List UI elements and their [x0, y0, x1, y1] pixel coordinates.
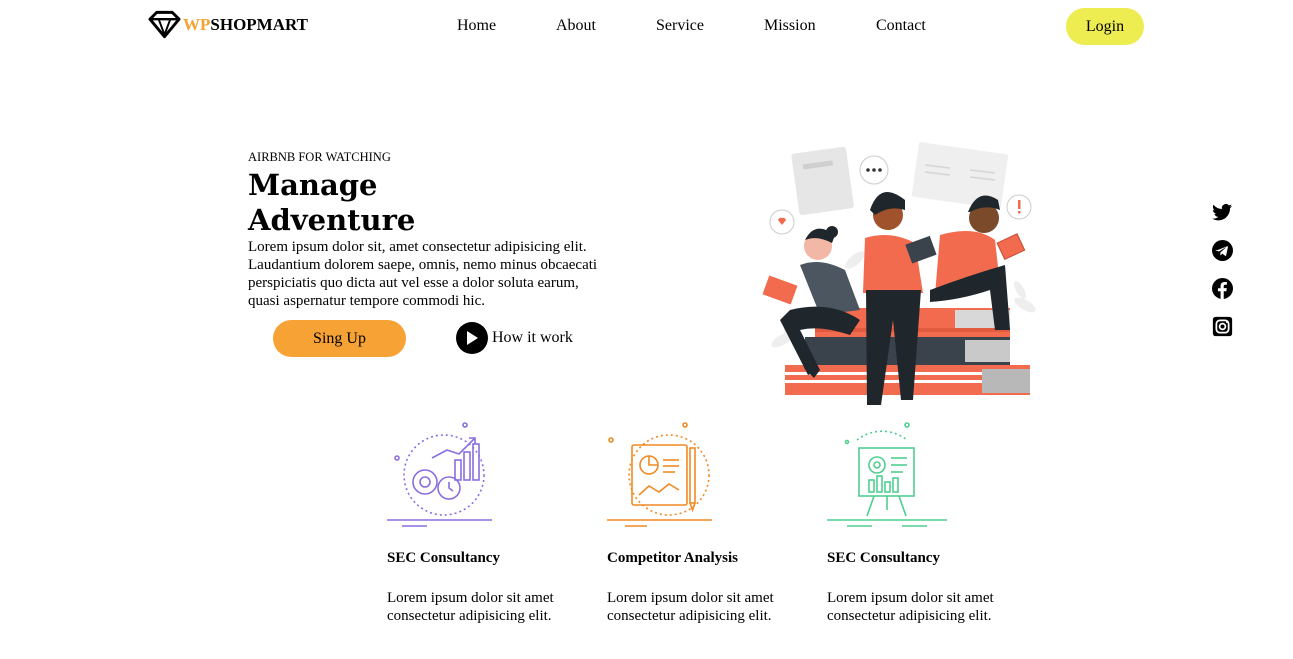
- service-text: Lorem ipsum dolor sit amet consectetur a…: [387, 590, 554, 624]
- social-links: [1212, 202, 1233, 337]
- hero-title-line2: Adventure: [248, 203, 416, 237]
- logo-prefix: WP: [183, 15, 211, 34]
- play-icon[interactable]: [456, 322, 488, 354]
- nav-mission[interactable]: Mission: [764, 17, 876, 35]
- main-nav: Home About Service Mission Contact: [457, 17, 926, 35]
- login-button[interactable]: Login: [1066, 8, 1144, 45]
- site-header: WPSHOPMART Home About Service Mission Co…: [0, 0, 1293, 54]
- logo-text: WPSHOPMART: [183, 15, 308, 35]
- service-title: SEC Consultancy: [827, 550, 940, 566]
- service-title: SEC Consultancy: [387, 550, 500, 566]
- service-text: Lorem ipsum dolor sit amet consectetur a…: [827, 590, 994, 624]
- how-it-works-link[interactable]: How it work: [456, 322, 573, 354]
- nav-service[interactable]: Service: [656, 17, 764, 35]
- growth-gears-icon: [387, 422, 492, 527]
- presentation-board-icon: [827, 422, 947, 527]
- nav-about[interactable]: About: [556, 17, 656, 35]
- service-card: SEC Consultancy Lorem ipsum dolor sit am…: [387, 420, 587, 624]
- instagram-icon[interactable]: [1212, 316, 1233, 337]
- hero-title: Manage Adventure: [248, 168, 508, 238]
- service-title: Competitor Analysis: [607, 550, 738, 566]
- service-text: Lorem ipsum dolor sit amet consectetur a…: [607, 590, 774, 624]
- nav-contact[interactable]: Contact: [876, 17, 926, 35]
- service-card: SEC Consultancy Lorem ipsum dolor sit am…: [827, 420, 1027, 624]
- hero-eyebrow: AIRBNB FOR WATCHING: [248, 150, 391, 164]
- facebook-icon[interactable]: [1212, 278, 1233, 299]
- hero-title-line1: Manage: [248, 168, 378, 202]
- report-analysis-icon: [607, 422, 712, 527]
- signup-button[interactable]: Sing Up: [273, 320, 406, 357]
- hero-description: Lorem ipsum dolor sit, amet consectetur …: [248, 239, 598, 309]
- how-it-works-label: How it work: [492, 329, 573, 346]
- logo-name: SHOPMART: [210, 15, 309, 34]
- twitter-icon[interactable]: [1212, 202, 1233, 223]
- diamond-logo-icon: [148, 10, 181, 39]
- people-reading-illustration: [762, 142, 1036, 405]
- logo[interactable]: WPSHOPMART: [148, 10, 308, 40]
- nav-home[interactable]: Home: [457, 17, 556, 35]
- service-card: Competitor Analysis Lorem ipsum dolor si…: [607, 420, 807, 624]
- telegram-icon[interactable]: [1212, 240, 1233, 261]
